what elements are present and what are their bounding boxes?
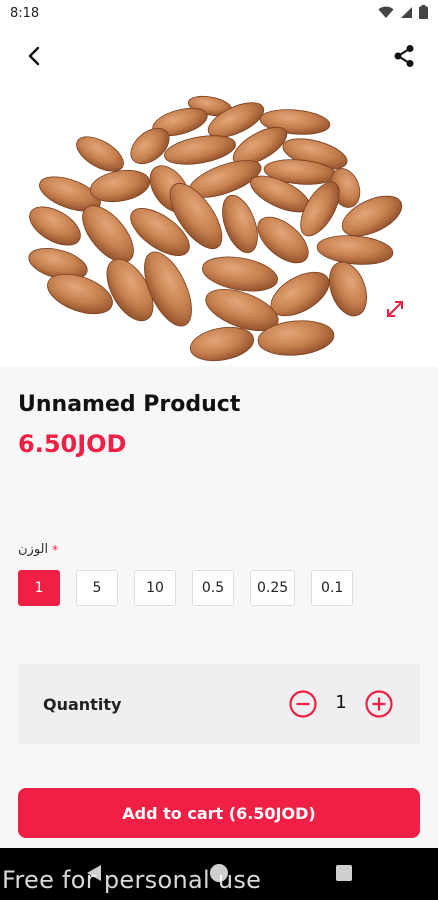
product-image[interactable] <box>0 84 438 366</box>
wifi-icon <box>378 6 394 18</box>
share-icon <box>394 45 414 67</box>
weight-options: 1 5 10 0.5 0.25 0.1 <box>18 570 354 606</box>
option-group-name: الوزن <box>18 542 49 557</box>
expand-icon <box>387 301 403 317</box>
arrow-back-icon <box>28 46 40 66</box>
weight-option-0-1[interactable]: 0.1 <box>311 570 354 606</box>
app-bar <box>0 28 438 84</box>
add-to-cart-button[interactable]: Add to cart (6.50JOD) <box>18 788 420 838</box>
status-icons <box>378 5 428 19</box>
weight-option-0-25[interactable]: 0.25 <box>250 570 296 606</box>
nav-recents-icon[interactable] <box>336 865 352 881</box>
quantity-label: Quantity <box>43 695 122 714</box>
signal-icon <box>401 6 412 18</box>
watermark-text: Free for personal use <box>2 866 262 894</box>
weight-option-5[interactable]: 5 <box>76 570 118 606</box>
minus-circle-icon[interactable] <box>288 689 318 719</box>
back-button[interactable] <box>16 38 52 74</box>
plus-circle-icon[interactable] <box>364 689 394 719</box>
status-time: 8:18 <box>10 6 40 21</box>
status-bar: 8:18 <box>0 0 438 28</box>
almonds-image <box>28 95 403 362</box>
weight-option-0-5[interactable]: 0.5 <box>192 570 234 606</box>
battery-icon <box>419 5 428 19</box>
required-mark: * <box>52 542 59 557</box>
expand-image-button[interactable] <box>382 296 408 322</box>
share-button[interactable] <box>386 38 422 74</box>
option-group-label: الوزن * <box>18 542 58 557</box>
weight-option-1[interactable]: 1 <box>18 570 60 606</box>
quantity-value: 1 <box>335 692 347 713</box>
product-price: 6.50JOD <box>18 430 127 458</box>
product-title: Unnamed Product <box>18 392 241 417</box>
weight-option-10[interactable]: 10 <box>134 570 176 606</box>
quantity-stepper: Quantity 1 <box>18 664 420 744</box>
